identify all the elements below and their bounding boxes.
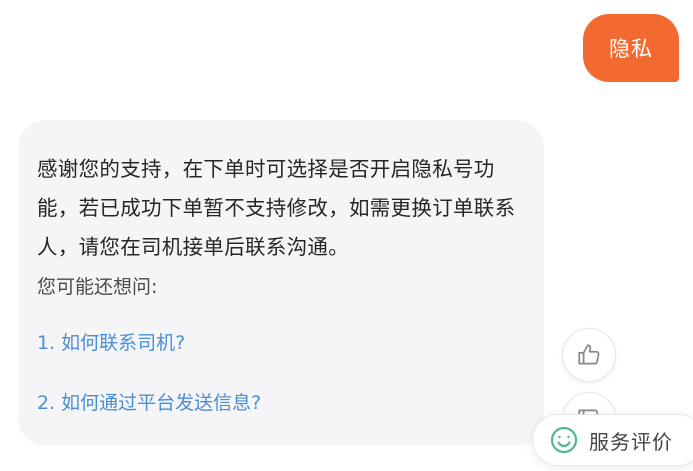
user-message-text: 隐私 — [609, 37, 653, 61]
bot-answer-text: 感谢您的支持，在下单时可选择是否开启隐私号功能，若已成功下单暂不支持修改，如需更… — [37, 157, 516, 259]
related-questions-label: 您可能还想问: — [37, 276, 158, 298]
bot-message-bubble: 感谢您的支持，在下单时可选择是否开启隐私号功能，若已成功下单暂不支持修改，如需更… — [18, 120, 544, 446]
smiley-icon — [550, 426, 578, 454]
chat-screen: 隐私 感谢您的支持，在下单时可选择是否开启隐私号功能，若已成功下单暂不支持修改，… — [0, 0, 693, 471]
suggested-question-link[interactable]: 2. 如何通过平台发送信息? — [37, 389, 526, 417]
service-rating-button[interactable]: 服务评价 — [532, 414, 693, 466]
like-button[interactable] — [562, 328, 616, 382]
service-rating-label: 服务评价 — [589, 429, 673, 454]
suggested-question-link[interactable]: 1. 如何联系司机? — [37, 329, 526, 357]
user-message-bubble: 隐私 — [583, 14, 679, 82]
thumbs-up-icon — [578, 344, 600, 365]
